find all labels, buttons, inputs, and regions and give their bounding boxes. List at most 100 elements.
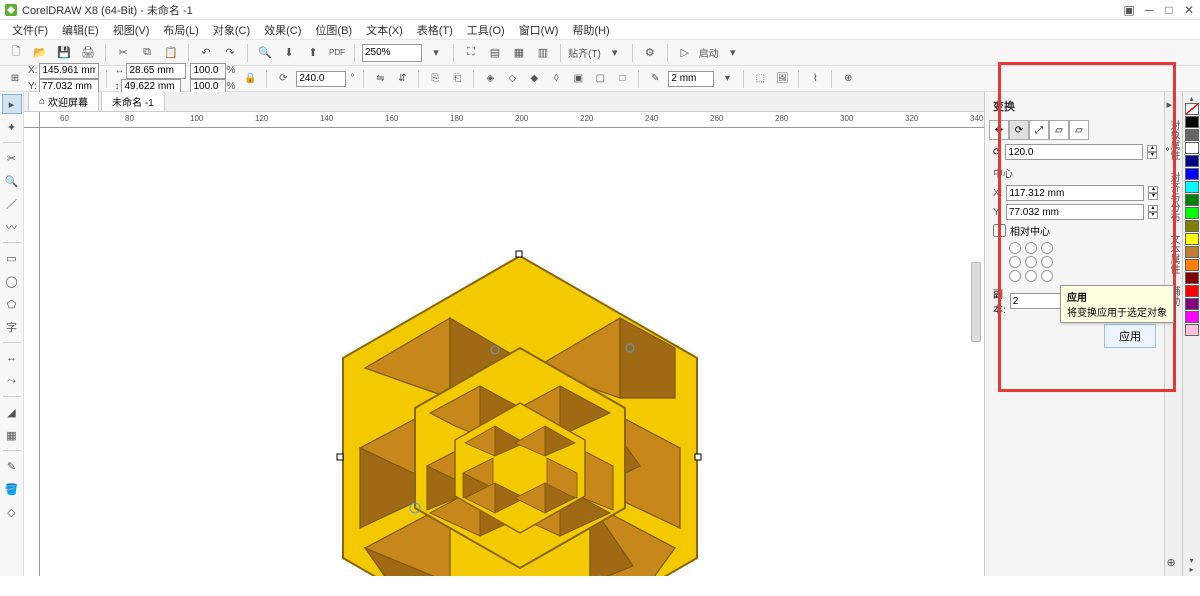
color-swatch[interactable] [1185,272,1199,284]
anchor-mc[interactable] [1025,256,1037,268]
anchor-ml[interactable] [1009,256,1021,268]
to-front-icon[interactable]: ⎘ [426,70,444,88]
show-rulers-icon[interactable]: ▤ [485,43,505,63]
intersect-icon[interactable]: ◆ [525,70,543,88]
options-icon[interactable]: ⚙ [640,43,660,63]
anchor-br[interactable] [1041,270,1053,282]
freehand-tool[interactable]: ／ [2,194,22,214]
menu-effects[interactable]: 效果(C) [258,20,307,40]
anchor-bl[interactable] [1009,270,1021,282]
export-icon[interactable]: ⬆ [303,43,323,63]
transform-position-tab[interactable]: ✥ [989,120,1009,140]
palette-down-arrow[interactable]: ▾ [1189,556,1193,565]
tab-document[interactable]: 未命名 -1 [101,92,165,111]
import-icon[interactable]: ⬇ [279,43,299,63]
ruler-horizontal[interactable]: 6080100120140160180200220240260280300320… [40,112,984,128]
tab-welcome[interactable]: ⌂欢迎屏幕 [28,92,99,111]
fullscreen-icon[interactable]: ⛶ [461,43,481,63]
canvas[interactable] [40,128,984,576]
apply-button[interactable]: 应用 [1104,324,1156,348]
edit-bitmap-icon[interactable]: 🖼 [773,70,791,88]
rotation-angle-input[interactable] [1005,144,1143,160]
drop-shadow-tool[interactable]: ◢ [2,402,22,422]
show-guidelines-icon[interactable]: ▥ [533,43,553,63]
print-icon[interactable]: 🖨 [78,43,98,63]
new-doc-icon[interactable]: 🗋 [6,43,26,63]
snap-label[interactable]: 贴齐(T) [568,45,601,60]
minimize-button[interactable]: ─ [1142,3,1156,17]
cx-down[interactable]: ▾ [1148,193,1158,200]
parallel-dim-tool[interactable]: ↔ [2,348,22,368]
transform-skew-tab[interactable]: ▱ [1069,120,1089,140]
zoom-level-input[interactable] [362,44,422,62]
menu-window[interactable]: 窗口(W) [513,20,565,40]
palette-up-arrow[interactable]: ▴ [1189,94,1193,103]
menu-edit[interactable]: 编辑(E) [56,20,105,40]
lock-ratio-icon[interactable]: 🔒 [241,70,259,88]
shape-tool[interactable]: ✦ [2,117,22,137]
weld-icon[interactable]: ◈ [481,70,499,88]
color-swatch[interactable] [1185,194,1199,206]
menu-bitmap[interactable]: 位图(B) [309,20,358,40]
menu-help[interactable]: 帮助(H) [566,20,615,40]
back-minus-front-icon[interactable]: ▢ [591,70,609,88]
color-swatch[interactable] [1185,298,1199,310]
zoom-tool[interactable]: 🔍 [2,171,22,191]
color-swatch[interactable] [1185,233,1199,245]
menu-layout[interactable]: 布局(L) [157,20,204,40]
ellipse-tool[interactable]: ◯ [2,271,22,291]
hexagon-artwork[interactable] [335,248,705,576]
quick-customize-icon[interactable]: ⊕ [839,70,857,88]
menu-view[interactable]: 视图(V) [107,20,156,40]
fill-tool[interactable]: 🪣 [2,479,22,499]
menu-text[interactable]: 文本(X) [360,20,409,40]
center-y-input[interactable] [1006,204,1144,220]
menu-tools[interactable]: 工具(O) [461,20,511,40]
extra-window-icon[interactable]: ▣ [1122,3,1136,17]
mirror-v-icon[interactable]: ⇵ [393,70,411,88]
launch-label[interactable]: 启动 [699,45,719,60]
palette-flyout-arrow[interactable]: ▸ [1189,565,1193,574]
show-grid-icon[interactable]: ▦ [509,43,529,63]
eyedropper-tool[interactable]: ✎ [2,456,22,476]
color-swatch[interactable] [1185,285,1199,297]
color-swatch[interactable] [1185,311,1199,323]
right-tab-icon[interactable]: ▸ [1167,98,1181,112]
boundary-icon[interactable]: □ [613,70,631,88]
x-position-input[interactable] [39,63,99,79]
color-swatch[interactable] [1185,259,1199,271]
crop-tool[interactable]: ✂ [2,148,22,168]
close-button[interactable]: ✕ [1182,3,1196,17]
snap-dropdown-icon[interactable]: ▾ [605,43,625,63]
transparency-tool[interactable]: ▦ [2,425,22,445]
search-icon[interactable]: 🔍 [255,43,275,63]
rotation-input[interactable] [296,71,346,87]
vtab-align[interactable]: 对齐与分布 [1166,172,1181,222]
color-swatch[interactable] [1185,246,1199,258]
width-input[interactable] [126,63,186,79]
outline-tool[interactable]: ◇ [2,502,22,522]
undo-icon[interactable]: ↶ [196,43,216,63]
convert-curves-icon[interactable]: ⌇ [806,70,824,88]
scale-x-input[interactable] [190,63,226,79]
maximize-button[interactable]: □ [1162,3,1176,17]
vtab-text[interactable]: 文本属性 [1166,234,1181,274]
anchor-bc[interactable] [1025,270,1037,282]
color-swatch[interactable] [1185,155,1199,167]
angle-down[interactable]: ▾ [1147,152,1157,159]
color-swatch[interactable] [1185,168,1199,180]
save-icon[interactable]: 💾 [54,43,74,63]
trim-icon[interactable]: ◇ [503,70,521,88]
connector-tool[interactable]: ⤳ [2,371,22,391]
launch-dropdown-icon[interactable]: ▾ [723,43,743,63]
redo-icon[interactable]: ↷ [220,43,240,63]
rectangle-tool[interactable]: ▭ [2,248,22,268]
menu-table[interactable]: 表格(T) [411,20,459,40]
hint-icon[interactable]: ⊕ [1167,556,1181,570]
to-back-icon[interactable]: ⎗ [448,70,466,88]
launch-icon[interactable]: ▷ [675,43,695,63]
color-swatch[interactable] [1185,324,1199,336]
cx-up[interactable]: ▴ [1148,186,1158,193]
pick-tool[interactable]: ▸ [2,94,22,114]
cy-down[interactable]: ▾ [1148,212,1158,219]
